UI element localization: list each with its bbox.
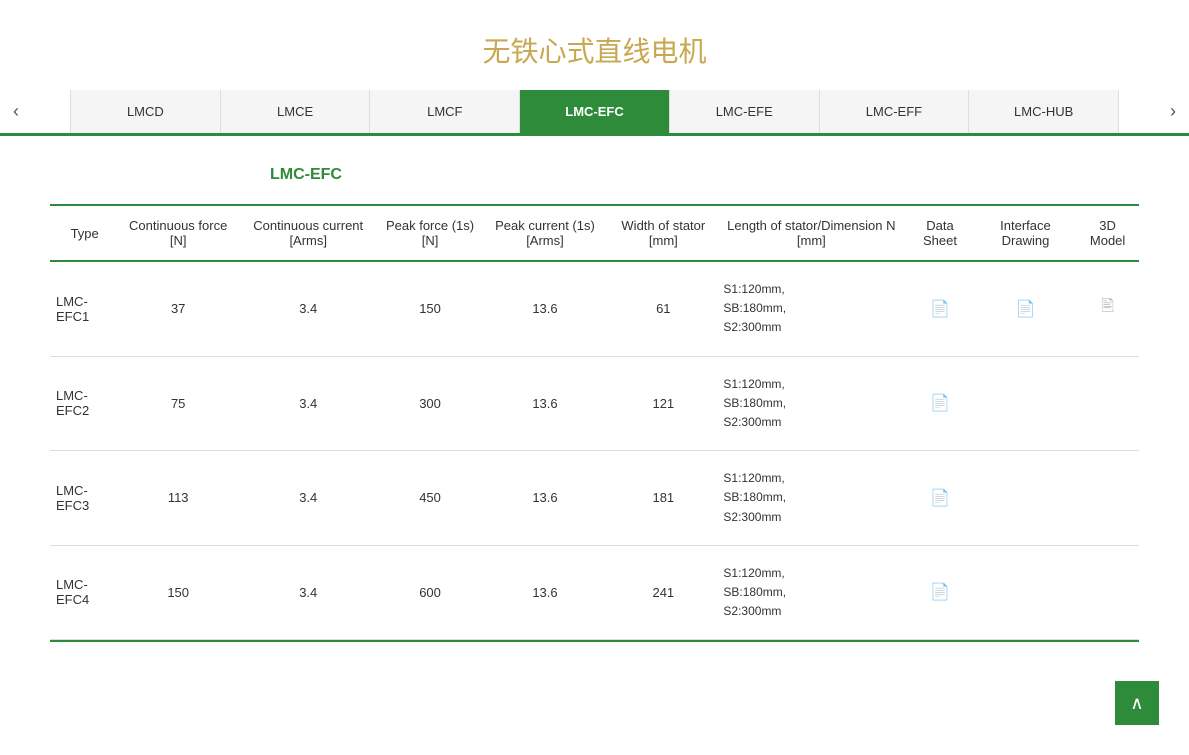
tab-item-lmce[interactable]: LMCE [221, 90, 371, 133]
th-cont_current: Continuous current [Arms] [237, 205, 379, 261]
table-row: LMC-EFC2753.430013.6121S1:120mm, SB:180m… [50, 356, 1139, 451]
cell-cont-force: 150 [119, 545, 237, 640]
cell-cont-force: 75 [119, 356, 237, 451]
cell-length-stator: S1:120mm, SB:180mm, S2:300mm [717, 451, 905, 546]
cell-cont-current: 3.4 [237, 451, 379, 546]
tab-list: LMCDLMCELMCFLMC-EFCLMC-EFELMC-EFFLMC-HUB [70, 90, 1119, 133]
cell-interface-drawing [975, 356, 1076, 451]
scroll-top-button[interactable]: ∧ [1115, 681, 1159, 725]
tab-item-lmcd[interactable]: LMCD [70, 90, 221, 133]
cell-width-stator: 241 [609, 545, 717, 640]
cell-data-sheet[interactable]: 📄 [905, 451, 975, 546]
table-row: LMC-EFC41503.460013.6241S1:120mm, SB:180… [50, 545, 1139, 640]
cell-interface-drawing [975, 545, 1076, 640]
cell-width-stator: 181 [609, 451, 717, 546]
cell-type: LMC-EFC2 [50, 356, 119, 451]
th-peak_current: Peak current (1s) [Arms] [481, 205, 610, 261]
cell-3d-model [1076, 451, 1139, 546]
th-data_sheet: Data Sheet [905, 205, 975, 261]
pdf-icon[interactable]: 📄 [1016, 299, 1036, 319]
cell-width-stator: 121 [609, 356, 717, 451]
th-cont_force: Continuous force [N] [119, 205, 237, 261]
cell-width-stator: 61 [609, 261, 717, 356]
cell-interface-drawing [975, 451, 1076, 546]
content-area: LMC-EFC TypeContinuous force [N]Continuo… [0, 136, 1189, 702]
cell-peak-current: 13.6 [481, 451, 610, 546]
tab-item-lmcf[interactable]: LMCF [370, 90, 520, 133]
cell-length-stator: S1:120mm, SB:180mm, S2:300mm [717, 356, 905, 451]
table-row: LMC-EFC1373.415013.661S1:120mm, SB:180mm… [50, 261, 1139, 356]
cell-data-sheet[interactable]: 📄 [905, 356, 975, 451]
cell-cont-current: 3.4 [237, 261, 379, 356]
cell-type: LMC-EFC1 [50, 261, 119, 356]
cell-peak-current: 13.6 [481, 261, 610, 356]
th-model_3d: 3D Model [1076, 205, 1139, 261]
cell-cont-force: 113 [119, 451, 237, 546]
pdf-icon[interactable]: 📄 [930, 582, 950, 602]
tab-next-arrow[interactable]: › [1162, 91, 1184, 132]
cell-data-sheet[interactable]: 📄 [905, 261, 975, 356]
cell-peak-current: 13.6 [481, 356, 610, 451]
table-row: LMC-EFC31133.445013.6181S1:120mm, SB:180… [50, 451, 1139, 546]
cell-data-sheet[interactable]: 📄 [905, 545, 975, 640]
file-icon[interactable]: 🖹 [1101, 295, 1114, 322]
table-body: LMC-EFC1373.415013.661S1:120mm, SB:180mm… [50, 261, 1139, 640]
section-title: LMC-EFC [270, 166, 1139, 184]
tab-prev-arrow[interactable]: ‹ [5, 91, 27, 132]
table-bottom-line [50, 640, 1139, 642]
cell-peak-force: 450 [379, 451, 480, 546]
cell-peak-force: 150 [379, 261, 480, 356]
cell-cont-current: 3.4 [237, 545, 379, 640]
pdf-icon[interactable]: 📄 [930, 299, 950, 319]
tab-item-lmc-efe[interactable]: LMC-EFE [670, 90, 820, 133]
cell-3d-model [1076, 545, 1139, 640]
tab-bar: ‹ LMCDLMCELMCFLMC-EFCLMC-EFELMC-EFFLMC-H… [0, 90, 1189, 136]
cell-length-stator: S1:120mm, SB:180mm, S2:300mm [717, 545, 905, 640]
tab-item-lmc-eff[interactable]: LMC-EFF [820, 90, 970, 133]
cell-peak-force: 300 [379, 356, 480, 451]
cell-3d-model[interactable]: 🖹 [1076, 261, 1139, 356]
cell-type: LMC-EFC3 [50, 451, 119, 546]
th-interface_drawing: Interface Drawing [975, 205, 1076, 261]
cell-cont-force: 37 [119, 261, 237, 356]
th-type: Type [50, 205, 119, 261]
pdf-icon[interactable]: 📄 [930, 488, 950, 508]
cell-3d-model [1076, 356, 1139, 451]
tab-item-lmc-hub[interactable]: LMC-HUB [969, 90, 1119, 133]
data-table: TypeContinuous force [N]Continuous curre… [50, 204, 1139, 640]
tab-item-lmc-efc[interactable]: LMC-EFC [520, 90, 670, 133]
cell-interface-drawing[interactable]: 📄 [975, 261, 1076, 356]
th-length_stator: Length of stator/Dimension N [mm] [717, 205, 905, 261]
pdf-icon[interactable]: 📄 [930, 393, 950, 413]
table-header: TypeContinuous force [N]Continuous curre… [50, 205, 1139, 261]
cell-peak-force: 600 [379, 545, 480, 640]
th-peak_force: Peak force (1s) [N] [379, 205, 480, 261]
cell-type: LMC-EFC4 [50, 545, 119, 640]
page-title: 无铁心式直线电机 [0, 0, 1189, 90]
cell-peak-current: 13.6 [481, 545, 610, 640]
cell-cont-current: 3.4 [237, 356, 379, 451]
th-width_stator: Width of stator [mm] [609, 205, 717, 261]
cell-length-stator: S1:120mm, SB:180mm, S2:300mm [717, 261, 905, 356]
